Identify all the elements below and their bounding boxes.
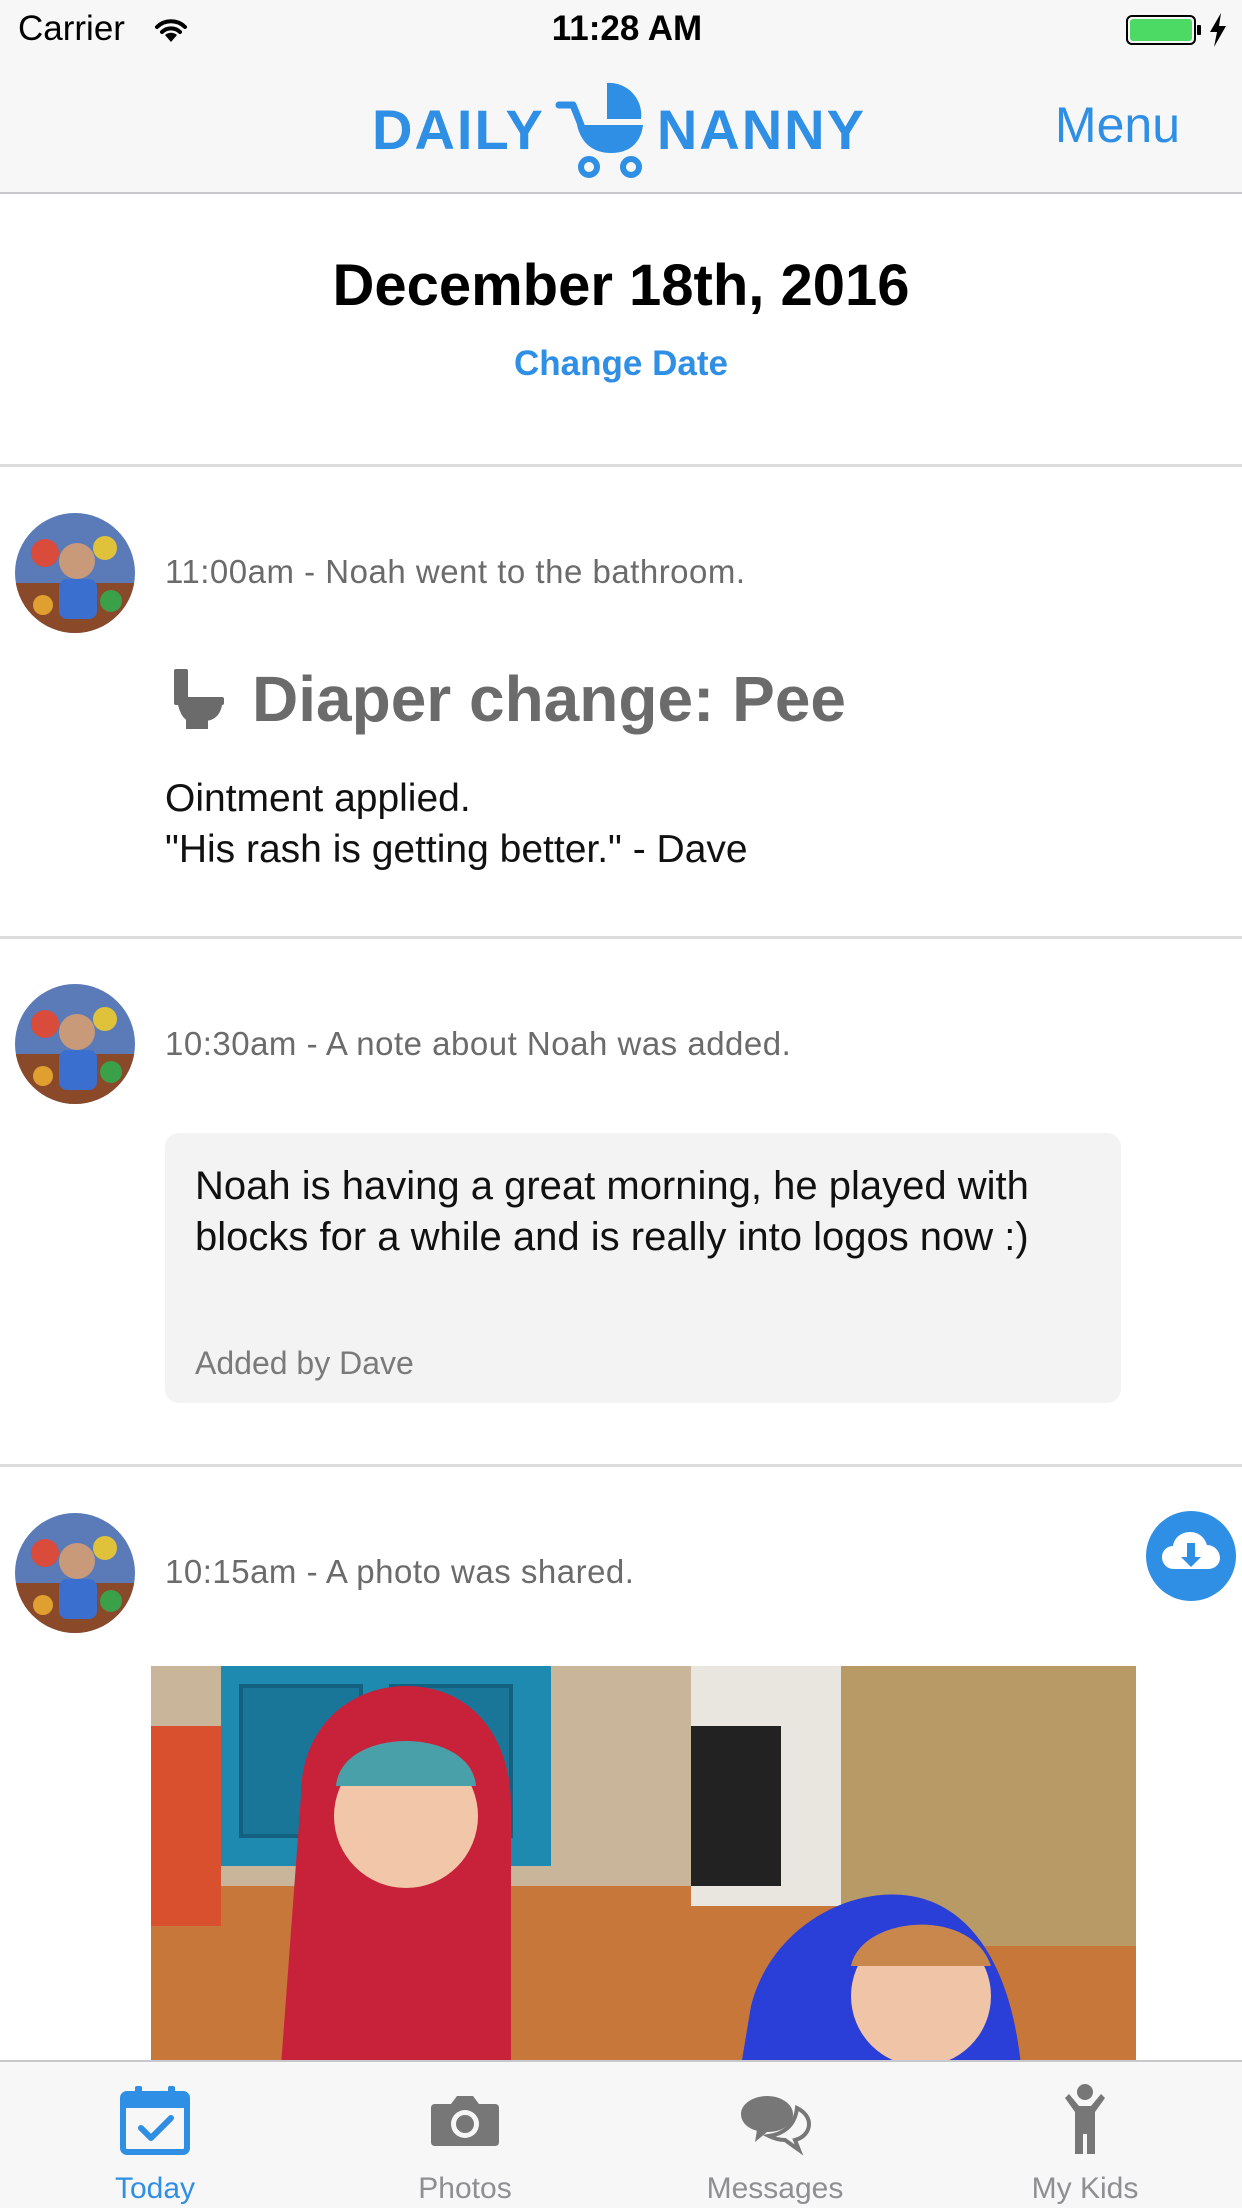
toilet-icon	[174, 669, 224, 729]
status-time: 11:28 AM	[551, 9, 703, 48]
avatar-photo	[15, 513, 135, 633]
note-card: Noah is having a great morning, he playe…	[165, 1133, 1121, 1403]
tab-messages[interactable]: Messages	[620, 2062, 930, 2208]
entry-note-line: Ointment applied.	[165, 777, 471, 820]
shared-photo[interactable]	[151, 1666, 1136, 2066]
nav-bar: DAILY NANNY Menu	[0, 60, 1242, 194]
entry-meta: 11:00am - Noah went to the bathroom.	[165, 553, 746, 590]
download-photo-button[interactable]	[1146, 1511, 1236, 1601]
tab-label: Messages	[706, 2172, 844, 2205]
entry-title-text: Diaper change: Pee	[252, 663, 846, 735]
chat-bubbles-icon	[741, 2096, 812, 2156]
tab-bar: Today Photos Messages My Kids	[0, 2060, 1242, 2208]
avatar[interactable]	[15, 1513, 135, 1633]
tab-label: My Kids	[1031, 2172, 1139, 2205]
change-date-button[interactable]: Change Date	[0, 344, 1242, 384]
entry-meta: 10:30am - A note about Noah was added.	[165, 1025, 792, 1062]
feed-entry-note: 10:30am - A note about Noah was added. N…	[0, 939, 1242, 1467]
avatar[interactable]	[15, 984, 135, 1104]
feed-entry-diaper: 11:00am - Noah went to the bathroom. Dia…	[0, 467, 1242, 939]
shared-photo-image	[151, 1666, 1136, 2066]
avatar[interactable]	[15, 513, 135, 633]
logo-word-nanny: NANNY	[656, 97, 866, 161]
note-author: Added by Dave	[195, 1345, 414, 1381]
date-header: December 18th, 2016 Change Date	[0, 194, 1242, 467]
tab-today[interactable]: Today	[0, 2062, 310, 2208]
note-text: Noah is having a great morning, he playe…	[195, 1164, 1029, 1259]
entry-note-line: "His rash is getting better." - Dave	[165, 828, 748, 871]
entry-meta: 10:15am - A photo was shared.	[165, 1553, 635, 1590]
calendar-check-icon	[120, 2086, 190, 2155]
cloud-download-icon	[1162, 1532, 1220, 1569]
entry-title: Diaper change: Pee	[170, 662, 846, 736]
child-icon	[1065, 2084, 1105, 2154]
logo-word-daily: DAILY	[372, 97, 545, 161]
charging-bolt-icon	[1210, 13, 1226, 47]
stroller-icon	[555, 82, 643, 178]
avatar-photo	[15, 984, 135, 1104]
status-bar: Carrier 11:28 AM	[0, 0, 1242, 60]
avatar-photo	[15, 1513, 135, 1633]
tab-photos[interactable]: Photos	[310, 2062, 620, 2208]
camera-icon	[431, 2096, 499, 2146]
tab-label: Photos	[418, 2172, 512, 2205]
date-title: December 18th, 2016	[332, 253, 910, 318]
feed-entry-photo: 10:15am - A photo was shared.	[0, 1467, 1242, 2067]
tab-my-kids[interactable]: My Kids	[930, 2062, 1240, 2208]
tab-label: Today	[114, 2172, 196, 2205]
app-logo: DAILY NANNY	[372, 74, 866, 184]
battery-icon	[1126, 15, 1201, 45]
entry-notes: Ointment applied. "His rash is getting b…	[165, 773, 748, 875]
daily-nanny-screen: Carrier 11:28 AM DAILY NANNY Menu Decemb…	[0, 0, 1242, 2208]
menu-button[interactable]: Menu	[1055, 96, 1180, 154]
